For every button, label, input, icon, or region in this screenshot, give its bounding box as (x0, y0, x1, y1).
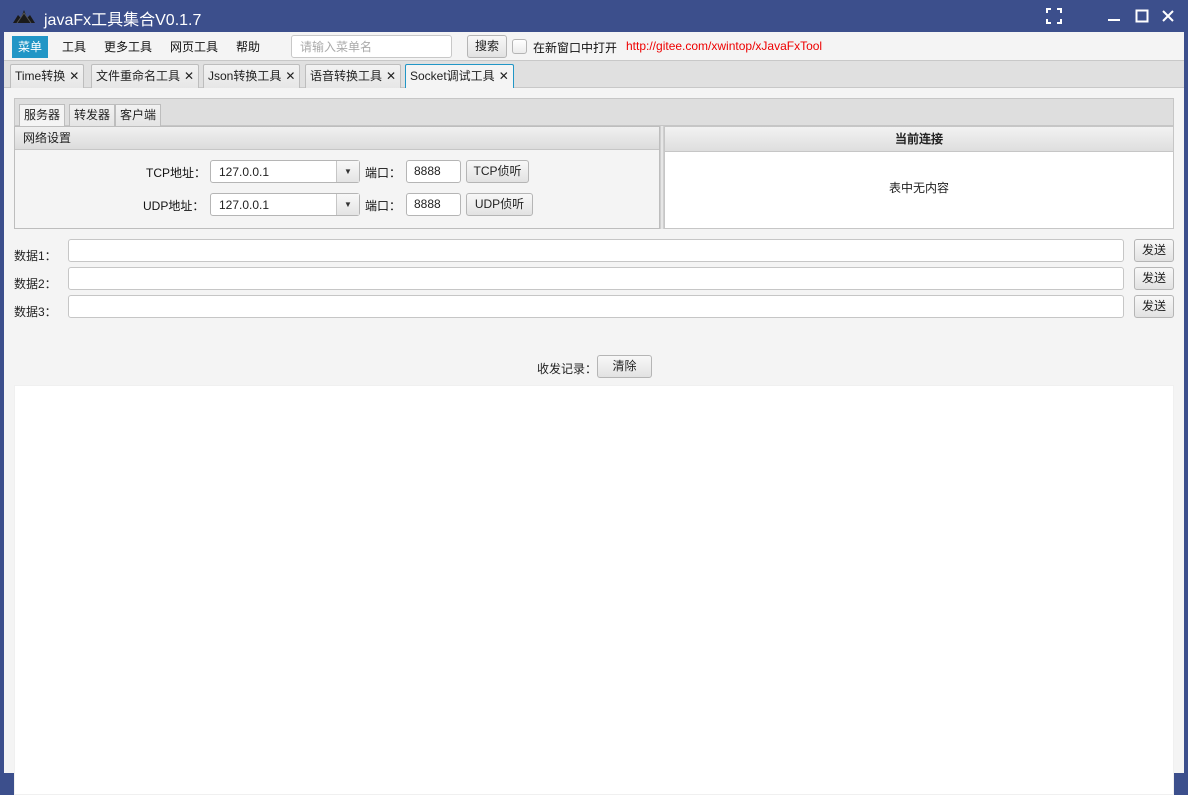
connections-header[interactable]: 当前连接 (665, 127, 1173, 152)
menu-tools[interactable]: 工具 (56, 36, 92, 58)
chevron-down-icon[interactable]: ▼ (336, 161, 359, 182)
tab-label: Time转换 (15, 69, 66, 83)
data2-input[interactable] (68, 267, 1124, 290)
minimize-icon[interactable] (1104, 6, 1124, 26)
tab-server[interactable]: 服务器 (19, 104, 66, 126)
data3-label: 数据3： (14, 305, 57, 319)
gitee-link[interactable]: http://gitee.com/xwintop/xJavaFxTool (626, 39, 822, 53)
network-settings-header: 网络设置 (15, 127, 659, 150)
udp-address-combo[interactable]: 127.0.0.1 ▼ (210, 193, 360, 216)
log-textarea[interactable] (14, 385, 1174, 795)
chevron-down-icon[interactable]: ▼ (336, 194, 359, 215)
log-label: 收发记录： (537, 362, 598, 376)
udp-address-value: 127.0.0.1 (219, 198, 270, 212)
tool-tab-bar: Time转换 ✕ 文件重命名工具 ✕ Json转换工具 ✕ 语音转换工具 ✕ Socke… (4, 60, 1184, 90)
app-logo-icon (13, 10, 35, 24)
clear-log-button[interactable]: 清除 (597, 355, 652, 378)
tab-forwarder[interactable]: 转发器 (69, 104, 116, 126)
tab-client[interactable]: 客户端 (115, 104, 162, 126)
close-window-icon[interactable] (1158, 6, 1178, 26)
tab-label: Json转换工具 (208, 69, 282, 83)
mode-tab-bar: 服务器 转发器 客户端 (14, 98, 1174, 126)
tcp-listen-button[interactable]: TCP侦听 (466, 160, 529, 183)
udp-address-label: UDP地址： (143, 199, 205, 213)
data1-input[interactable] (68, 239, 1124, 262)
tcp-port-input[interactable]: 8888 (406, 160, 461, 183)
menu-help[interactable]: 帮助 (230, 36, 266, 58)
tab-label: Socket调试工具 (410, 69, 495, 83)
close-icon[interactable]: ✕ (184, 69, 194, 83)
data3-input[interactable] (68, 295, 1124, 318)
tab-socket-debug[interactable]: Socket调试工具 ✕ (405, 64, 514, 90)
tcp-port-label: 端口： (365, 166, 402, 180)
menu-search-input[interactable] (291, 35, 452, 58)
new-window-label: 在新窗口中打开 (533, 41, 618, 55)
tcp-address-value: 127.0.0.1 (219, 165, 270, 179)
close-icon[interactable]: ✕ (285, 69, 295, 83)
tab-label: 文件重命名工具 (96, 69, 181, 83)
connections-table: 当前连接 表中无内容 (664, 126, 1174, 229)
client-area: 菜单 工具 更多工具 网页工具 帮助 搜索 在新窗口中打开 http://git… (4, 32, 1184, 795)
tab-label: 语音转换工具 (310, 69, 383, 83)
send-data3-button[interactable]: 发送 (1134, 295, 1174, 318)
data2-label: 数据2： (14, 277, 57, 291)
close-icon[interactable]: ✕ (69, 69, 79, 83)
menu-bar: 菜单 工具 更多工具 网页工具 帮助 搜索 在新窗口中打开 http://git… (4, 32, 1184, 60)
tcp-address-label: TCP地址： (146, 166, 207, 180)
tab-file-rename[interactable]: 文件重命名工具 ✕ (91, 64, 200, 89)
menu-main[interactable]: 菜单 (12, 36, 49, 58)
udp-port-input[interactable]: 8888 (406, 193, 461, 216)
udp-listen-button[interactable]: UDP侦听 (466, 193, 533, 216)
network-settings-panel: 网络设置 TCP地址： 127.0.0.1 ▼ 端口： 8888 TCP侦听 U… (14, 126, 660, 229)
new-window-checkbox[interactable] (512, 39, 527, 54)
close-icon[interactable]: ✕ (386, 69, 396, 83)
tab-time-convert[interactable]: Time转换 ✕ (10, 64, 85, 89)
fullscreen-icon[interactable] (1044, 6, 1064, 26)
udp-port-label: 端口： (365, 199, 402, 213)
socket-tool-panel: 服务器 转发器 客户端 网络设置 TCP地址： 127.0.0.1 ▼ 端口： … (4, 88, 1184, 795)
send-data1-button[interactable]: 发送 (1134, 239, 1174, 262)
tcp-address-combo[interactable]: 127.0.0.1 ▼ (210, 160, 360, 183)
tab-json-convert[interactable]: Json转换工具 ✕ (203, 64, 301, 89)
menu-more-tools[interactable]: 更多工具 (98, 36, 158, 58)
data1-label: 数据1： (14, 249, 57, 263)
window-title: javaFx工具集合V0.1.7 (44, 12, 202, 29)
maximize-icon[interactable] (1132, 6, 1152, 26)
send-data2-button[interactable]: 发送 (1134, 267, 1174, 290)
search-button[interactable]: 搜索 (467, 35, 507, 58)
close-icon[interactable]: ✕ (499, 69, 509, 83)
tab-voice-convert[interactable]: 语音转换工具 ✕ (305, 64, 402, 89)
app-window: javaFx工具集合V0.1.7 菜单 工具 更多工具 网页工具 帮助 搜索 在… (0, 0, 1188, 795)
title-bar[interactable]: javaFx工具集合V0.1.7 (0, 0, 1188, 32)
menu-web-tools[interactable]: 网页工具 (164, 36, 224, 58)
connections-empty-text: 表中无内容 (888, 181, 949, 195)
